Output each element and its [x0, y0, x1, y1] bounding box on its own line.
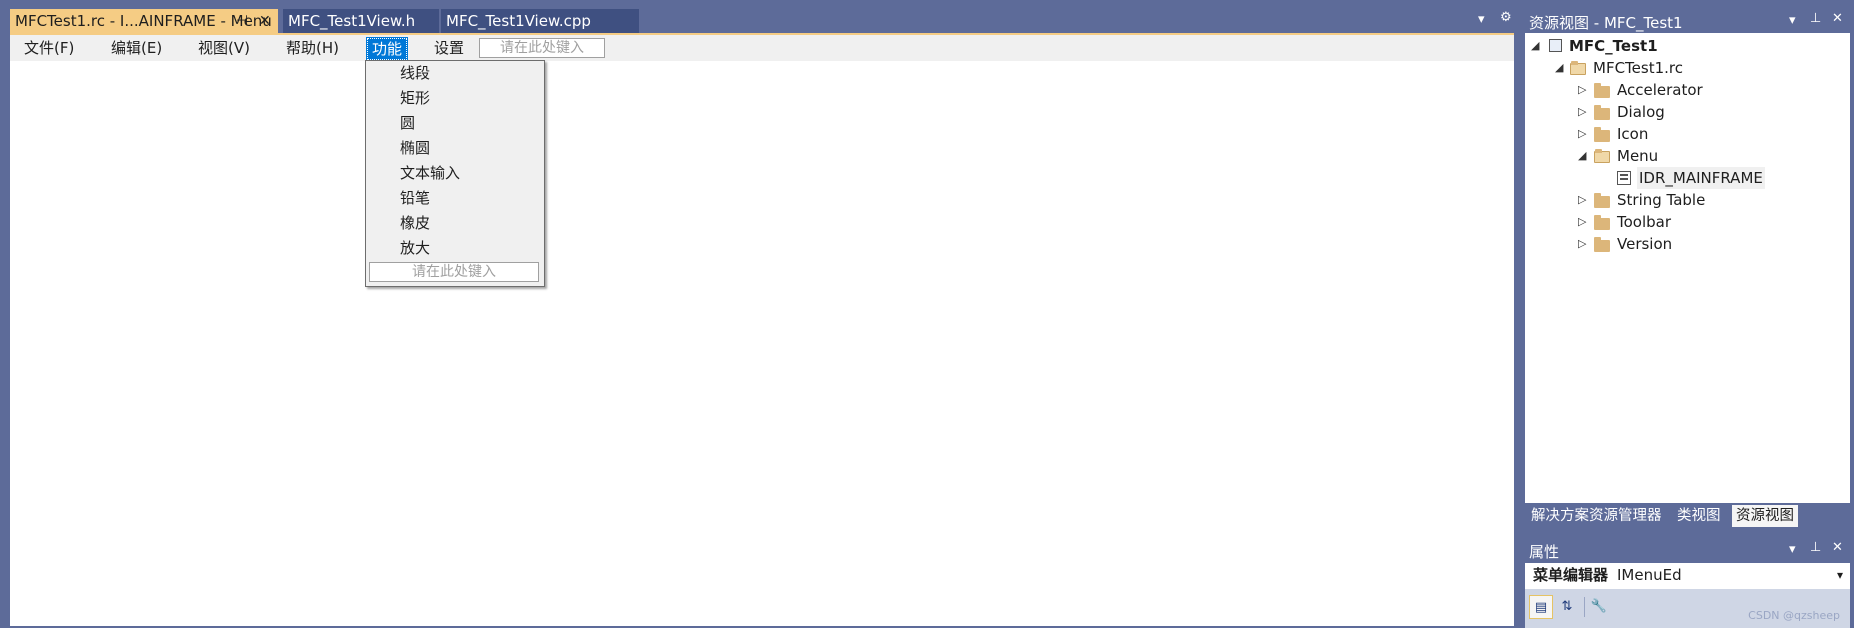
resource-view-titlebar: 资源视图 - MFC_Test1 ▾ ⊥ ✕: [1525, 10, 1850, 32]
menu-edit[interactable]: 编辑(E): [107, 38, 166, 58]
folder-icon: [1594, 105, 1610, 120]
menu-item-zoom[interactable]: 放大: [400, 237, 430, 259]
close-icon[interactable]: ✕: [1832, 540, 1843, 555]
tree-item-idr-mainframe[interactable]: IDR_MAINFRAME: [1525, 167, 1850, 189]
chevron-down-icon[interactable]: ▾: [1837, 563, 1843, 588]
categorized-icon[interactable]: ▤: [1529, 595, 1553, 619]
alphabetical-sort-icon[interactable]: ⇅: [1555, 595, 1579, 619]
pin-icon[interactable]: ⊣: [236, 9, 248, 33]
tree-label: Dialog: [1617, 103, 1665, 121]
tab-label: MFC_Test1View.h: [288, 12, 416, 30]
close-icon[interactable]: ✕: [1832, 11, 1843, 26]
tab-solution-explorer[interactable]: 解决方案资源管理器: [1527, 505, 1666, 527]
resource-tree: ◢ MFC_Test1 ◢ MFCTest1.rc ▷ Accelerator …: [1525, 33, 1850, 503]
tree-item-string-table[interactable]: ▷ String Table: [1525, 189, 1850, 211]
collapsed-arrow-icon[interactable]: ▷: [1578, 233, 1586, 255]
dropdown-type-here-input[interactable]: 请在此处键入: [369, 262, 539, 282]
tab-label: MFCTest1.rc - I...AINFRAME - Menu: [15, 12, 272, 30]
tree-item-version[interactable]: ▷ Version: [1525, 233, 1850, 255]
menu-file[interactable]: 文件(F): [20, 38, 78, 58]
close-icon[interactable]: ✕: [259, 9, 271, 33]
tool-window-tabs: 解决方案资源管理器 类视图 资源视图: [1525, 503, 1850, 527]
tab-label: MFC_Test1View.cpp: [446, 12, 591, 30]
menu-item-line-segment[interactable]: 线段: [400, 62, 430, 84]
tree-item-toolbar[interactable]: ▷ Toolbar: [1525, 211, 1850, 233]
menu-function[interactable]: 功能: [365, 37, 409, 61]
tab-mfc-test1view-cpp[interactable]: MFC_Test1View.cpp: [441, 9, 639, 33]
pin-icon[interactable]: ⊥: [1810, 540, 1821, 555]
folder-icon: [1594, 127, 1610, 142]
watermark: CSDN @qzsheep: [1748, 609, 1840, 622]
open-folder-icon: [1570, 61, 1586, 75]
tree-item-rc-file[interactable]: ◢ MFCTest1.rc: [1525, 57, 1850, 79]
tree-label: Version: [1617, 235, 1673, 253]
tree-label: MFC_Test1: [1569, 37, 1658, 55]
settings-icon[interactable]: ⚙: [1500, 10, 1512, 25]
object-label: 菜单编辑器: [1533, 566, 1609, 584]
property-pages-wrench-icon[interactable]: 🔧: [1587, 595, 1611, 619]
menu-item-eraser[interactable]: 橡皮: [400, 212, 430, 234]
open-folder-icon: [1594, 149, 1610, 163]
tab-mfctest1-rc-menu[interactable]: MFCTest1.rc - I...AINFRAME - Menu ⊣ ✕: [10, 9, 278, 33]
tree-item-accelerator[interactable]: ▷ Accelerator: [1525, 79, 1850, 101]
toolbar-divider: [1584, 597, 1585, 617]
tree-label: IDR_MAINFRAME: [1637, 167, 1765, 189]
tab-mfc-test1view-h[interactable]: MFC_Test1View.h: [283, 9, 439, 33]
tree-item-menu[interactable]: ◢ Menu: [1525, 145, 1850, 167]
tab-list-dropdown-icon[interactable]: ▾: [1478, 12, 1485, 27]
folder-icon: [1594, 83, 1610, 98]
menu-item-circle[interactable]: 圆: [400, 112, 415, 134]
menu-resource-icon: [1617, 171, 1631, 185]
panel-title: 属性: [1529, 543, 1560, 561]
tree-label: Menu: [1617, 147, 1659, 165]
folder-icon: [1594, 193, 1610, 208]
tab-class-view[interactable]: 类视图: [1673, 505, 1725, 527]
menu-item-ellipse[interactable]: 椭圆: [400, 137, 430, 159]
object-selector[interactable]: 菜单编辑器 IMenuEd ▾: [1525, 563, 1850, 588]
menu-editor-canvas[interactable]: 文件(F) 编辑(E) 视图(V) 帮助(H) 功能 设置 请在此处键入 线段 …: [10, 33, 1514, 626]
tree-label: MFCTest1.rc: [1593, 59, 1683, 77]
folder-icon: [1594, 237, 1610, 252]
tree-item-dialog[interactable]: ▷ Dialog: [1525, 101, 1850, 123]
panel-title: 资源视图 - MFC_Test1: [1529, 14, 1683, 32]
menubar-type-here-input[interactable]: 请在此处键入: [479, 38, 605, 58]
panel-options-dropdown-icon[interactable]: ▾: [1789, 542, 1796, 557]
expanded-arrow-icon[interactable]: ◢: [1531, 35, 1539, 57]
pin-icon[interactable]: ⊥: [1810, 11, 1821, 26]
tree-label: Accelerator: [1617, 81, 1703, 99]
tree-label: Icon: [1617, 125, 1649, 143]
menu-help[interactable]: 帮助(H): [282, 38, 343, 58]
expanded-arrow-icon[interactable]: ◢: [1578, 145, 1586, 167]
tree-item-icon[interactable]: ▷ Icon: [1525, 123, 1850, 145]
menu-view[interactable]: 视图(V): [194, 38, 254, 58]
collapsed-arrow-icon[interactable]: ▷: [1578, 123, 1586, 145]
collapsed-arrow-icon[interactable]: ▷: [1578, 211, 1586, 233]
tree-item-project[interactable]: ◢ MFC_Test1: [1525, 35, 1850, 57]
project-icon: [1549, 39, 1562, 52]
collapsed-arrow-icon[interactable]: ▷: [1578, 79, 1586, 101]
properties-titlebar: 属性 ▾ ⊥ ✕: [1525, 538, 1850, 562]
tab-resource-view[interactable]: 资源视图: [1732, 505, 1798, 527]
menu-item-pencil[interactable]: 铅笔: [400, 187, 430, 209]
collapsed-arrow-icon[interactable]: ▷: [1578, 101, 1586, 123]
function-dropdown-menu: 线段 矩形 圆 椭圆 文本输入 铅笔 橡皮 放大 请在此处键入: [365, 60, 545, 287]
designer-menubar: 文件(F) 编辑(E) 视图(V) 帮助(H) 功能 设置 请在此处键入: [10, 35, 1514, 61]
panel-options-dropdown-icon[interactable]: ▾: [1789, 13, 1796, 28]
expanded-arrow-icon[interactable]: ◢: [1555, 57, 1563, 79]
tree-label: String Table: [1617, 191, 1706, 209]
menu-item-text-input[interactable]: 文本输入: [400, 162, 460, 184]
folder-icon: [1594, 215, 1610, 230]
collapsed-arrow-icon[interactable]: ▷: [1578, 189, 1586, 211]
tree-label: Toolbar: [1617, 213, 1672, 231]
menu-settings[interactable]: 设置: [430, 38, 468, 58]
object-type: IMenuEd: [1617, 566, 1682, 584]
menu-item-rectangle[interactable]: 矩形: [400, 87, 430, 109]
